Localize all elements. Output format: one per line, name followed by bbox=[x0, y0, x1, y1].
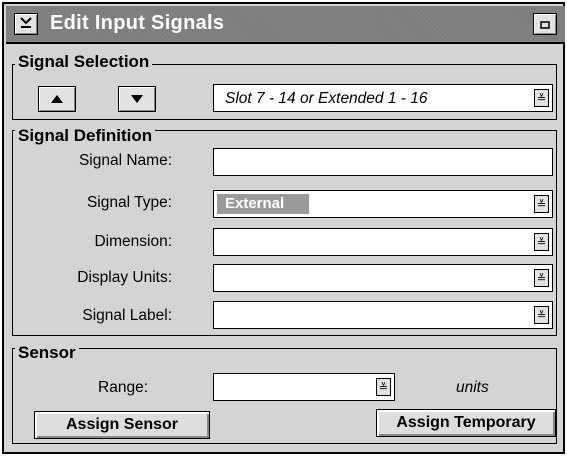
display-units-dropdown-button[interactable]: ≚ bbox=[534, 269, 549, 287]
chevron-down-icon: ≚ bbox=[536, 272, 547, 285]
display-units-select[interactable]: ≚ bbox=[213, 264, 553, 292]
title-bar[interactable]: Edit Input Signals bbox=[6, 6, 565, 44]
maximize-icon bbox=[540, 16, 550, 32]
slot-select-value: Slot 7 - 14 or Extended 1 - 16 bbox=[225, 90, 428, 107]
signal-name-label: Signal Name: bbox=[78, 152, 172, 169]
window-menu-button[interactable] bbox=[14, 13, 38, 35]
slot-dropdown-button[interactable]: ≚ bbox=[534, 89, 549, 107]
units-text: units bbox=[456, 379, 489, 396]
signal-selection-title: Signal Selection bbox=[15, 52, 153, 72]
range-label: Range: bbox=[98, 379, 148, 396]
assign-sensor-button[interactable]: Assign Sensor bbox=[34, 411, 210, 439]
signal-type-value: External bbox=[217, 194, 309, 214]
display-units-label: Display Units: bbox=[77, 269, 172, 286]
chevron-down-icon: ≚ bbox=[536, 198, 547, 211]
slot-select[interactable]: Slot 7 - 14 or Extended 1 - 16 ≚ bbox=[213, 84, 553, 112]
next-signal-button[interactable] bbox=[118, 86, 156, 112]
window-title: Edit Input Signals bbox=[50, 12, 225, 34]
signal-definition-title: Signal Definition bbox=[15, 126, 156, 146]
chevron-down-icon bbox=[19, 16, 33, 33]
chevron-down-icon: ≚ bbox=[536, 236, 547, 249]
range-select[interactable]: ≚ bbox=[213, 373, 395, 401]
assign-temporary-button[interactable]: Assign Temporary bbox=[376, 409, 556, 437]
dimension-label: Dimension: bbox=[94, 233, 172, 250]
signal-type-label: Signal Type: bbox=[86, 194, 172, 211]
signal-label-select[interactable]: ≚ bbox=[213, 301, 553, 329]
signal-type-select[interactable]: External ≚ bbox=[213, 190, 553, 218]
edit-input-signals-window: Edit Input Signals Signal Selection Slot… bbox=[2, 2, 565, 454]
dimension-dropdown-button[interactable]: ≚ bbox=[534, 233, 549, 251]
triangle-down-icon bbox=[130, 92, 144, 107]
dimension-select[interactable]: ≚ bbox=[213, 228, 553, 256]
triangle-up-icon bbox=[50, 92, 64, 107]
signal-type-dropdown-button[interactable]: ≚ bbox=[534, 195, 549, 213]
chevron-down-icon: ≚ bbox=[378, 381, 389, 394]
signal-label-dropdown-button[interactable]: ≚ bbox=[534, 306, 549, 324]
chevron-down-icon: ≚ bbox=[536, 309, 547, 322]
signal-name-input[interactable] bbox=[213, 148, 553, 176]
range-dropdown-button[interactable]: ≚ bbox=[376, 378, 391, 396]
maximize-button[interactable] bbox=[533, 13, 557, 35]
sensor-title: Sensor bbox=[15, 343, 79, 363]
chevron-down-icon: ≚ bbox=[536, 92, 547, 105]
previous-signal-button[interactable] bbox=[38, 86, 76, 112]
signal-label-label: Signal Label: bbox=[82, 307, 172, 324]
